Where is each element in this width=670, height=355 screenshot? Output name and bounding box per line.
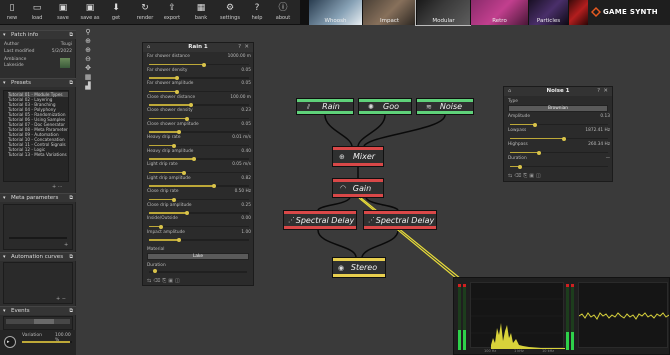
node-output-bar	[359, 111, 411, 114]
wire-noise-mixer	[363, 114, 446, 147]
spectrum-view	[470, 282, 565, 349]
node-output-bar	[297, 111, 353, 114]
node-output-bar	[364, 226, 436, 229]
rain-node[interactable]: ⫽ Rain	[296, 98, 354, 115]
node-input-bar	[364, 211, 436, 214]
node-output-bar	[284, 226, 356, 229]
vu-meter-right	[463, 284, 466, 350]
gain-node[interactable]: ◠ Gain	[332, 178, 384, 198]
vu-meter-left-2	[566, 284, 569, 350]
analyzer-panel: 100 Hz 1 kHz 10 kHz	[453, 277, 670, 355]
node-input-bar	[333, 147, 383, 150]
wire-delay2-stereo	[361, 229, 399, 258]
mixer-node[interactable]: ⊕ Mixer	[332, 146, 384, 167]
freq-label-3: 10 kHz	[542, 349, 555, 353]
spectral-delay-node-1[interactable]: ⋰ Spectral Delay	[283, 210, 357, 230]
node-output-bar	[333, 274, 385, 277]
vu-meter-left	[458, 284, 461, 350]
noise-node[interactable]: ≋ Noise	[416, 98, 474, 115]
node-output-bar	[333, 163, 383, 166]
wire-rain-mixer	[324, 114, 353, 147]
vu-meter-right-2	[571, 284, 574, 350]
waveform-view	[578, 282, 670, 348]
node-output-bar	[333, 194, 383, 197]
waveform-plot	[578, 312, 670, 320]
goo-node[interactable]: ✺ Goo	[358, 98, 412, 115]
stereo-node[interactable]: ◉ Stereo	[332, 257, 386, 278]
node-input-bar	[333, 258, 385, 261]
wire-delay1-stereo	[317, 229, 357, 258]
node-input-bar	[333, 179, 383, 182]
node-input-bar	[284, 211, 356, 214]
spectrum-plot	[471, 298, 565, 349]
freq-label-2: 1 kHz	[514, 349, 524, 353]
spectral-delay-node-2[interactable]: ⋰ Spectral Delay	[363, 210, 437, 230]
wire-gain-delay1	[317, 197, 351, 211]
freq-label-1: 100 Hz	[484, 349, 497, 353]
node-output-bar	[417, 111, 473, 114]
